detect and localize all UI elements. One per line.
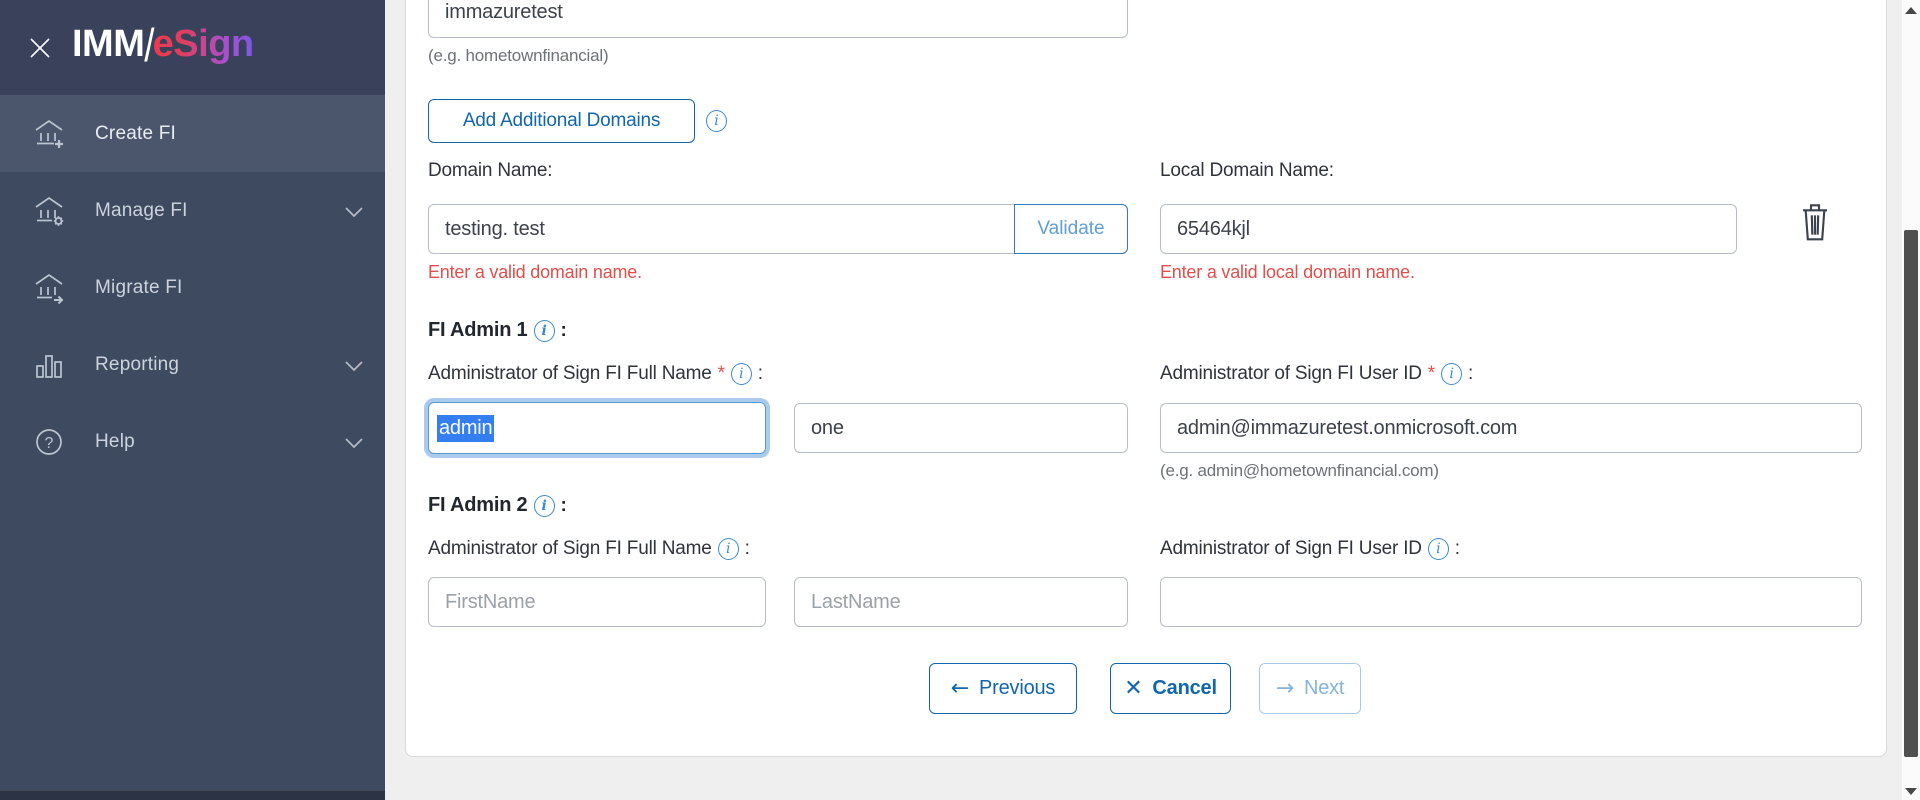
imm-esign-logo: IMM/eSign [72, 18, 254, 72]
vertical-scrollbar-thumb[interactable] [1904, 230, 1918, 757]
validate-domain-button[interactable]: Validate [1014, 204, 1128, 254]
admin1-user-id-label: Administrator of Sign FI User ID * [1160, 363, 1473, 385]
heading-colon [561, 494, 567, 517]
scrollbar-up-arrow-icon[interactable] [1905, 7, 1917, 14]
svg-text:?: ? [45, 435, 54, 452]
next-button-label: Next [1304, 677, 1344, 700]
required-asterisk: * [718, 363, 725, 385]
bank-plus-icon [33, 118, 65, 150]
admin2-first-name-input[interactable] [428, 577, 766, 627]
admin1-user-id-hint: (e.g. admin@hometownfinancial.com) [1160, 461, 1439, 481]
add-domains-info-icon[interactable] [706, 110, 727, 132]
domain-name-field-group: Validate [428, 204, 1128, 254]
fi-name-hint: (e.g. hometownfinancial) [428, 46, 608, 66]
add-additional-domains-button[interactable]: Add Additional Domains [428, 99, 695, 143]
question-circle-icon: ? [33, 426, 65, 458]
sidebar-item-label: Reporting [95, 354, 179, 376]
next-button[interactable]: → Next [1259, 663, 1361, 714]
scrollbar-down-arrow-icon[interactable] [1905, 788, 1917, 795]
sidebar-item-label: Help [95, 431, 135, 453]
x-icon: ✕ [1124, 678, 1142, 700]
arrow-left-icon: ← [951, 678, 969, 700]
admin2-user-id-input[interactable] [1160, 577, 1862, 627]
admin1-user-id-input[interactable] [1160, 403, 1862, 453]
logo-esign-text: eSign [153, 23, 254, 65]
local-domain-name-input[interactable] [1160, 204, 1737, 254]
cancel-button[interactable]: ✕ Cancel [1110, 663, 1231, 714]
label-colon [1468, 363, 1473, 385]
chevron-down-icon [345, 205, 363, 216]
trash-icon [1799, 231, 1831, 246]
admin1-last-name-input[interactable] [794, 403, 1128, 453]
fi-admin-1-heading: FI Admin 1 [428, 319, 567, 342]
sidebar-nav: Create FI Manage FI [0, 95, 385, 480]
local-domain-name-label: Local Domain Name: [1160, 160, 1334, 182]
sidebar-header: IMM/eSign [0, 0, 385, 95]
previous-button[interactable]: ← Previous [929, 663, 1077, 714]
sidebar-item-manage-fi[interactable]: Manage FI [0, 172, 385, 249]
label-colon [745, 538, 750, 560]
fi-admin-2-heading: FI Admin 2 [428, 494, 567, 517]
close-menu-icon[interactable] [28, 36, 52, 60]
chevron-down-icon [345, 436, 363, 447]
admin2-last-name-input[interactable] [794, 577, 1128, 627]
fi-admin-1-info-icon[interactable] [534, 320, 555, 342]
sidebar-item-migrate-fi[interactable]: Migrate FI [0, 249, 385, 326]
delete-domain-button[interactable] [1798, 200, 1832, 246]
admin1-first-name-selected-text: admin [437, 415, 494, 442]
fi-admin-2-info-icon[interactable] [534, 495, 555, 517]
logo-imm-text: IMM [72, 23, 144, 65]
admin2-full-name-info-icon[interactable] [718, 538, 739, 560]
sidebar-item-label: Migrate FI [95, 277, 183, 299]
cancel-button-label: Cancel [1152, 677, 1216, 700]
admin1-full-name-label: Administrator of Sign FI Full Name * [428, 363, 763, 385]
domain-name-error: Enter a valid domain name. [428, 262, 642, 283]
admin2-full-name-label: Administrator of Sign FI Full Name [428, 538, 750, 560]
bank-arrow-icon [33, 272, 65, 304]
sidebar-item-create-fi[interactable]: Create FI [0, 95, 385, 172]
sidebar: IMM/eSign Create FI [0, 0, 385, 800]
page: IMM/eSign Create FI [0, 0, 1920, 800]
domain-name-label: Domain Name: [428, 160, 552, 182]
label-colon [1455, 538, 1460, 560]
previous-button-label: Previous [979, 677, 1055, 700]
sidebar-item-reporting[interactable]: Reporting [0, 326, 385, 403]
admin1-user-id-info-icon[interactable] [1441, 363, 1462, 385]
sidebar-item-label: Manage FI [95, 200, 188, 222]
admin2-user-id-info-icon[interactable] [1428, 538, 1449, 560]
logo-slash: / [145, 18, 155, 72]
local-domain-name-error: Enter a valid local domain name. [1160, 262, 1415, 283]
label-colon [758, 363, 763, 385]
required-asterisk: * [1428, 363, 1435, 385]
admin2-user-id-label: Administrator of Sign FI User ID [1160, 538, 1460, 560]
sidebar-bottom-strip [0, 791, 385, 800]
arrow-right-icon: → [1276, 678, 1294, 700]
heading-colon [561, 319, 567, 342]
chevron-down-icon [345, 359, 363, 370]
admin1-full-name-info-icon[interactable] [731, 363, 752, 385]
fi-name-input[interactable] [428, 0, 1128, 38]
sidebar-item-label: Create FI [95, 123, 176, 145]
bar-chart-icon [33, 349, 65, 381]
sidebar-item-help[interactable]: ? Help [0, 403, 385, 480]
admin1-first-name-input[interactable]: admin [428, 402, 766, 454]
add-additional-domains-label: Add Additional Domains [463, 110, 660, 132]
bank-gear-icon [33, 195, 65, 227]
